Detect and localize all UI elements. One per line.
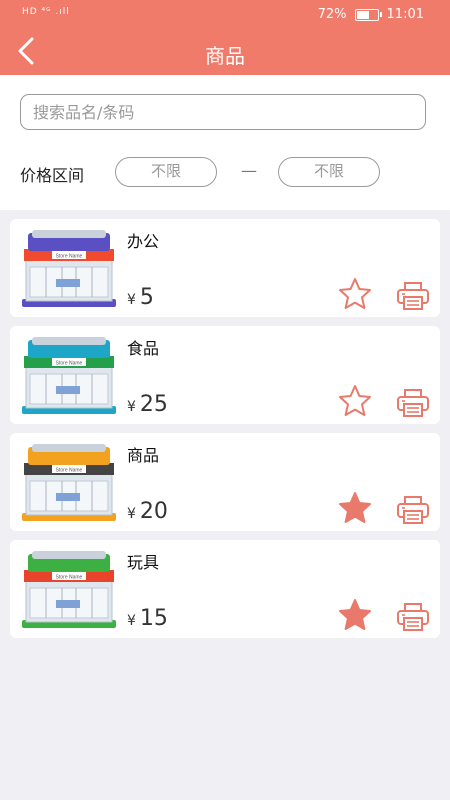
price-value: 25 [139,392,168,417]
product-card[interactable]: Store Name 食品 ¥25 [10,326,440,424]
store-sign-text: Store Name [56,574,83,580]
filter-panel: 价格区间 不限 — 不限 [0,75,450,210]
currency-symbol: ¥ [127,613,136,629]
star-outline-icon[interactable] [338,277,372,311]
currency-symbol: ¥ [127,399,136,415]
product-card[interactable]: Store Name 玩具 ¥15 [10,540,440,638]
clock: 11:01 [386,7,424,22]
page-title: 商品 [205,44,245,68]
price-value: 20 [139,499,168,524]
price-value: 15 [139,606,168,631]
product-list: Store Name 办公 ¥5 Store Name 食品 ¥ 25 Stor… [10,219,440,647]
printer-icon[interactable] [396,602,430,632]
star-filled-icon[interactable] [338,598,372,632]
product-name: 商品 [127,446,160,465]
price-value: 5 [139,285,154,310]
store-image: Store Name [22,444,116,521]
product-price: ¥20 [127,499,168,524]
product-name: 办公 [127,232,160,251]
price-max-button[interactable]: 不限 [278,157,380,187]
search-input[interactable] [20,94,426,130]
product-name: 食品 [127,339,160,358]
price-min-button[interactable]: 不限 [115,157,217,187]
store-image: Store Name [22,230,116,307]
product-card[interactable]: Store Name 办公 ¥5 [10,219,440,317]
status-bar: HD ⁴ᴳ .ıll 72% 11:01 [0,0,450,28]
product-price: ¥25 [127,392,168,417]
app-header: HD ⁴ᴳ .ıll 72% 11:01 商品 [0,0,450,75]
store-image: Store Name [22,551,116,628]
signal-indicators: HD ⁴ᴳ .ıll [22,7,70,17]
printer-icon[interactable] [396,495,430,525]
battery-icon [354,8,382,21]
product-card[interactable]: Store Name 商品 ¥20 [10,433,440,531]
price-range-label: 价格区间 [20,166,85,185]
store-sign-text: Store Name [56,253,83,259]
store-sign-text: Store Name [56,360,83,366]
star-filled-icon[interactable] [338,491,372,525]
product-price: ¥15 [127,606,168,631]
price-range-separator: — [241,161,257,180]
currency-symbol: ¥ [127,292,136,308]
store-sign-text: Store Name [56,467,83,473]
printer-icon[interactable] [396,388,430,418]
store-image: Store Name [22,337,116,414]
star-outline-icon[interactable] [338,384,372,418]
product-price: ¥5 [127,285,154,310]
printer-icon[interactable] [396,281,430,311]
currency-symbol: ¥ [127,506,136,522]
battery-percent: 72% [317,7,347,22]
product-name: 玩具 [127,553,160,572]
